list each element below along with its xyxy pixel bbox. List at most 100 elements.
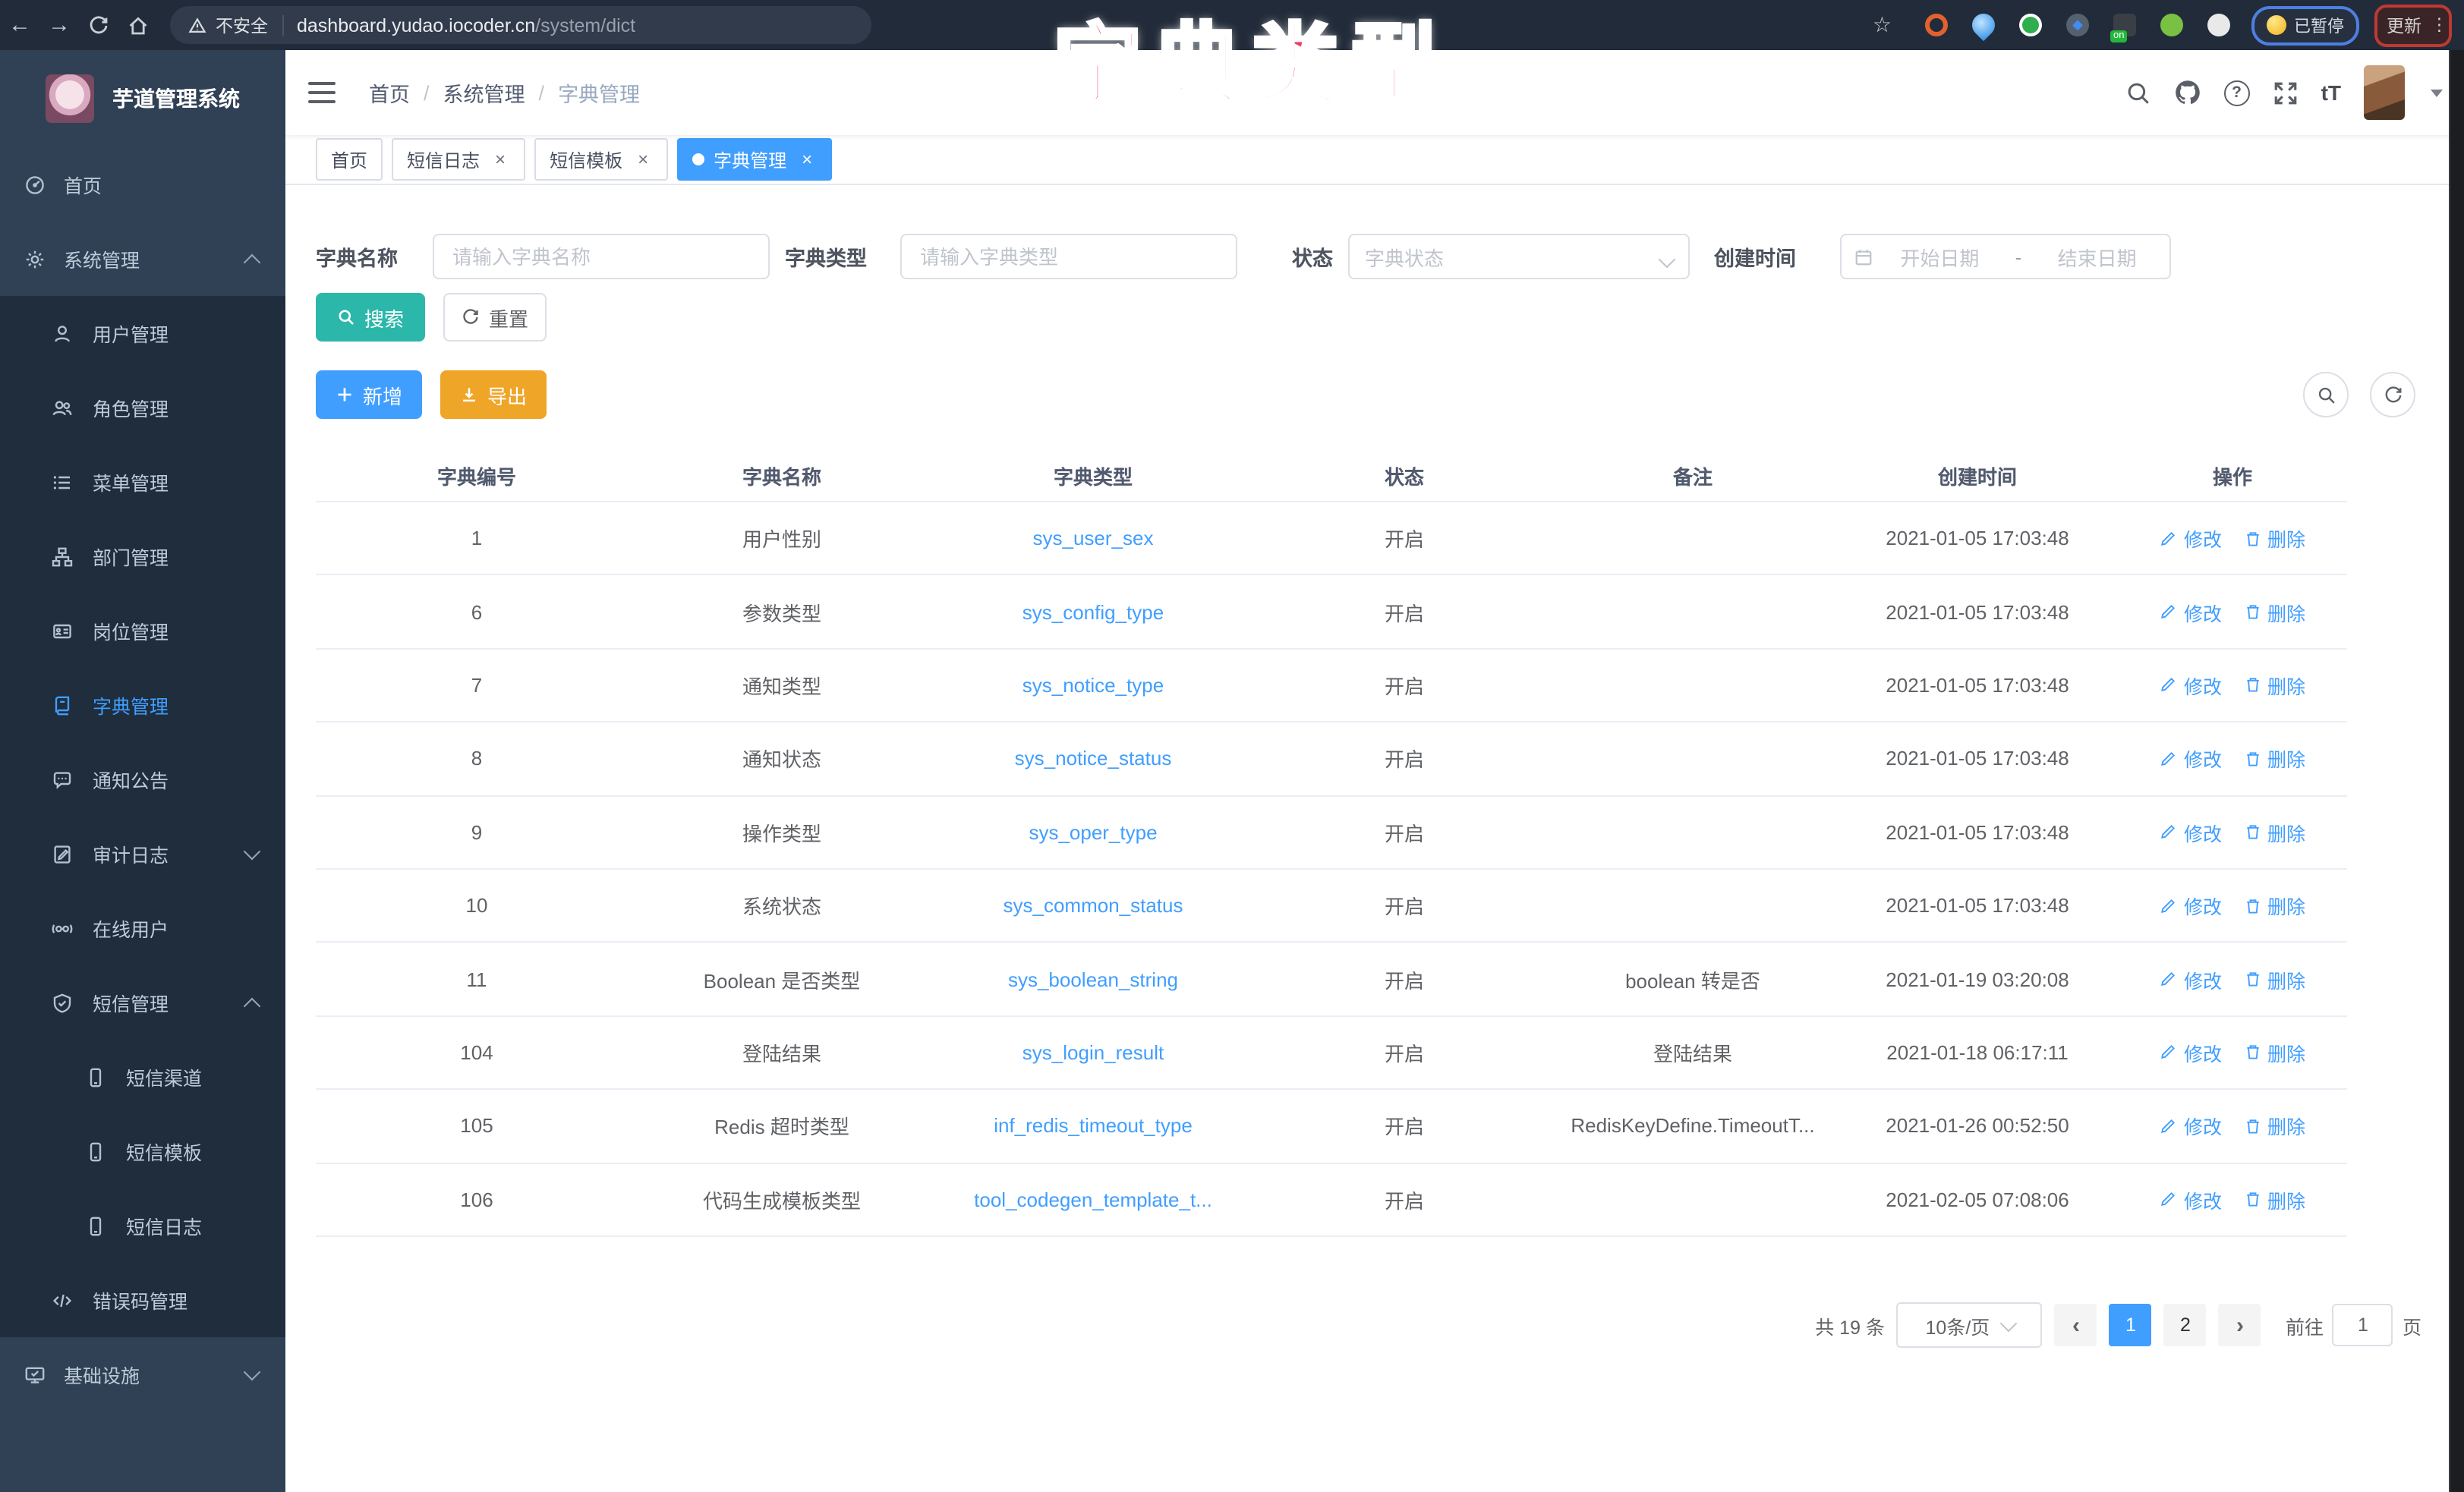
scrollbar[interactable] (2449, 50, 2464, 1492)
sidebar-item-menu-management[interactable]: 菜单管理 (0, 445, 285, 519)
edit-button[interactable]: 修改 (2160, 1185, 2222, 1213)
edit-button[interactable]: 修改 (2160, 1112, 2222, 1141)
fullscreen-icon[interactable] (2273, 80, 2299, 105)
delete-button[interactable]: 删除 (2243, 1038, 2305, 1067)
menu-kebab-icon[interactable]: ⋮ (2431, 19, 2440, 31)
sidebar-item-role-management[interactable]: 角色管理 (0, 370, 285, 445)
delete-button[interactable]: 删除 (2243, 671, 2305, 700)
app-logo-row[interactable]: 芋道管理系统 (0, 50, 285, 147)
address-bar[interactable]: 不安全 dashboard.yudao.iocoder.cn /system/d… (170, 6, 871, 44)
close-icon[interactable] (797, 150, 817, 169)
sidebar-item-sms-template[interactable]: 短信模板 (0, 1114, 285, 1188)
font-size-icon[interactable] (2321, 80, 2341, 105)
browser-home-icon[interactable] (118, 14, 158, 36)
edit-button[interactable]: 修改 (2160, 891, 2222, 920)
close-icon[interactable] (633, 150, 653, 169)
cell-type-link[interactable]: tool_codegen_template_t... (926, 1188, 1260, 1210)
edit-button[interactable]: 修改 (2160, 597, 2222, 626)
next-page-button[interactable] (2219, 1304, 2261, 1346)
sidebar-item-system-management[interactable]: 系统管理 (0, 222, 285, 296)
breadcrumb-system[interactable]: 系统管理 (443, 77, 525, 108)
search-icon[interactable] (2125, 80, 2151, 105)
extension-icon[interactable] (1968, 9, 1999, 41)
cell-type-link[interactable]: inf_redis_timeout_type (926, 1115, 1260, 1138)
tab-home[interactable]: 首页 (316, 138, 383, 181)
edit-button[interactable]: 修改 (2160, 671, 2222, 700)
edit-button[interactable]: 修改 (2160, 1038, 2222, 1067)
sidebar-item-sms-channel[interactable]: 短信渠道 (0, 1040, 285, 1114)
status-select[interactable]: 字典状态 (1348, 234, 1690, 279)
dict-type-input[interactable] (900, 234, 1237, 279)
bookmark-star-icon[interactable]: ☆ (1873, 12, 1892, 38)
user-avatar[interactable] (2364, 65, 2405, 120)
prev-page-button[interactable] (2055, 1304, 2097, 1346)
github-icon[interactable] (2174, 79, 2201, 106)
close-icon[interactable] (490, 150, 510, 169)
tab-sms-log[interactable]: 短信日志 (392, 138, 525, 181)
chrome-update-button[interactable]: 更新 ⋮ (2374, 4, 2452, 46)
cell-type-link[interactable]: sys_notice_status (926, 748, 1260, 770)
page-button-2[interactable]: 2 (2164, 1304, 2207, 1346)
reset-button[interactable]: 重置 (443, 293, 547, 342)
add-button[interactable]: 新增 (316, 370, 422, 419)
extension-icon[interactable] (2160, 14, 2183, 36)
dict-name-input[interactable] (433, 234, 770, 279)
cell-type-link[interactable]: sys_oper_type (926, 821, 1260, 844)
url-host[interactable]: dashboard.yudao.iocoder.cn (297, 14, 535, 36)
goto-page-input[interactable] (2333, 1304, 2393, 1346)
cell-type-link[interactable]: sys_user_sex (926, 527, 1260, 549)
refresh-table-button[interactable] (2370, 372, 2415, 417)
date-end-placeholder[interactable]: 结束日期 (2037, 242, 2157, 271)
sidebar-item-error-code-management[interactable]: 错误码管理 (0, 1263, 285, 1337)
date-range-picker[interactable]: 开始日期 - 结束日期 (1840, 234, 2171, 279)
tab-dict-management[interactable]: 字典管理 (677, 138, 832, 181)
delete-button[interactable]: 删除 (2243, 597, 2305, 626)
sidebar-item-infrastructure[interactable]: 基础设施 (0, 1337, 285, 1412)
edit-button[interactable]: 修改 (2160, 524, 2222, 552)
sidebar-item-user-management[interactable]: 用户管理 (0, 296, 285, 370)
dict-name-input-field[interactable] (449, 244, 753, 269)
sidebar-item-sms-log[interactable]: 短信日志 (0, 1188, 285, 1263)
edit-button[interactable]: 修改 (2160, 818, 2222, 847)
browser-reload-icon[interactable] (79, 14, 118, 36)
edit-button[interactable]: 修改 (2160, 744, 2222, 773)
profile-paused-button[interactable]: 已暂停 (2251, 5, 2359, 45)
cell-type-link[interactable]: sys_common_status (926, 894, 1260, 917)
cell-type-link[interactable]: sys_config_type (926, 600, 1260, 623)
sidebar-item-department-management[interactable]: 部门管理 (0, 519, 285, 593)
search-button[interactable]: 搜索 (316, 293, 425, 342)
extension-icon[interactable]: ◆ (2066, 14, 2089, 36)
delete-button[interactable]: 删除 (2243, 965, 2305, 993)
extension-icon[interactable]: on (2113, 14, 2136, 36)
cell-type-link[interactable]: sys_notice_type (926, 674, 1260, 697)
edit-button[interactable]: 修改 (2160, 965, 2222, 993)
date-start-placeholder[interactable]: 开始日期 (1880, 242, 2000, 271)
page-button-1[interactable]: 1 (2110, 1304, 2152, 1346)
caret-down-icon[interactable] (2431, 89, 2443, 96)
tab-sms-template[interactable]: 短信模板 (534, 138, 668, 181)
delete-button[interactable]: 删除 (2243, 744, 2305, 773)
delete-button[interactable]: 删除 (2243, 818, 2305, 847)
sidebar-item-home[interactable]: 首页 (0, 147, 285, 222)
security-label[interactable]: 不安全 (216, 13, 268, 37)
extension-icon[interactable] (2019, 14, 2042, 36)
browser-back-icon[interactable]: ← (0, 0, 39, 50)
sidebar-item-post-management[interactable]: 岗位管理 (0, 593, 285, 668)
help-icon[interactable]: ? (2224, 80, 2250, 105)
sidebar-item-notice-announcement[interactable]: 通知公告 (0, 742, 285, 817)
cell-type-link[interactable]: sys_login_result (926, 1041, 1260, 1064)
delete-button[interactable]: 删除 (2243, 1112, 2305, 1141)
sidebar-item-dict-management[interactable]: 字典管理 (0, 668, 285, 742)
url-path[interactable]: /system/dict (535, 14, 635, 36)
browser-forward-icon[interactable]: → (39, 0, 79, 50)
export-button[interactable]: 导出 (440, 370, 547, 419)
extension-icon[interactable] (1925, 14, 1948, 36)
delete-button[interactable]: 删除 (2243, 891, 2305, 920)
sidebar-item-online-users[interactable]: 在线用户 (0, 891, 285, 965)
sidebar-item-sms-management[interactable]: 短信管理 (0, 965, 285, 1040)
dict-type-input-field[interactable] (917, 244, 1221, 269)
show-search-toggle-button[interactable] (2303, 372, 2349, 417)
breadcrumb-home[interactable]: 首页 (369, 77, 410, 108)
hamburger-menu-icon[interactable] (308, 82, 336, 103)
cell-type-link[interactable]: sys_boolean_string (926, 968, 1260, 990)
